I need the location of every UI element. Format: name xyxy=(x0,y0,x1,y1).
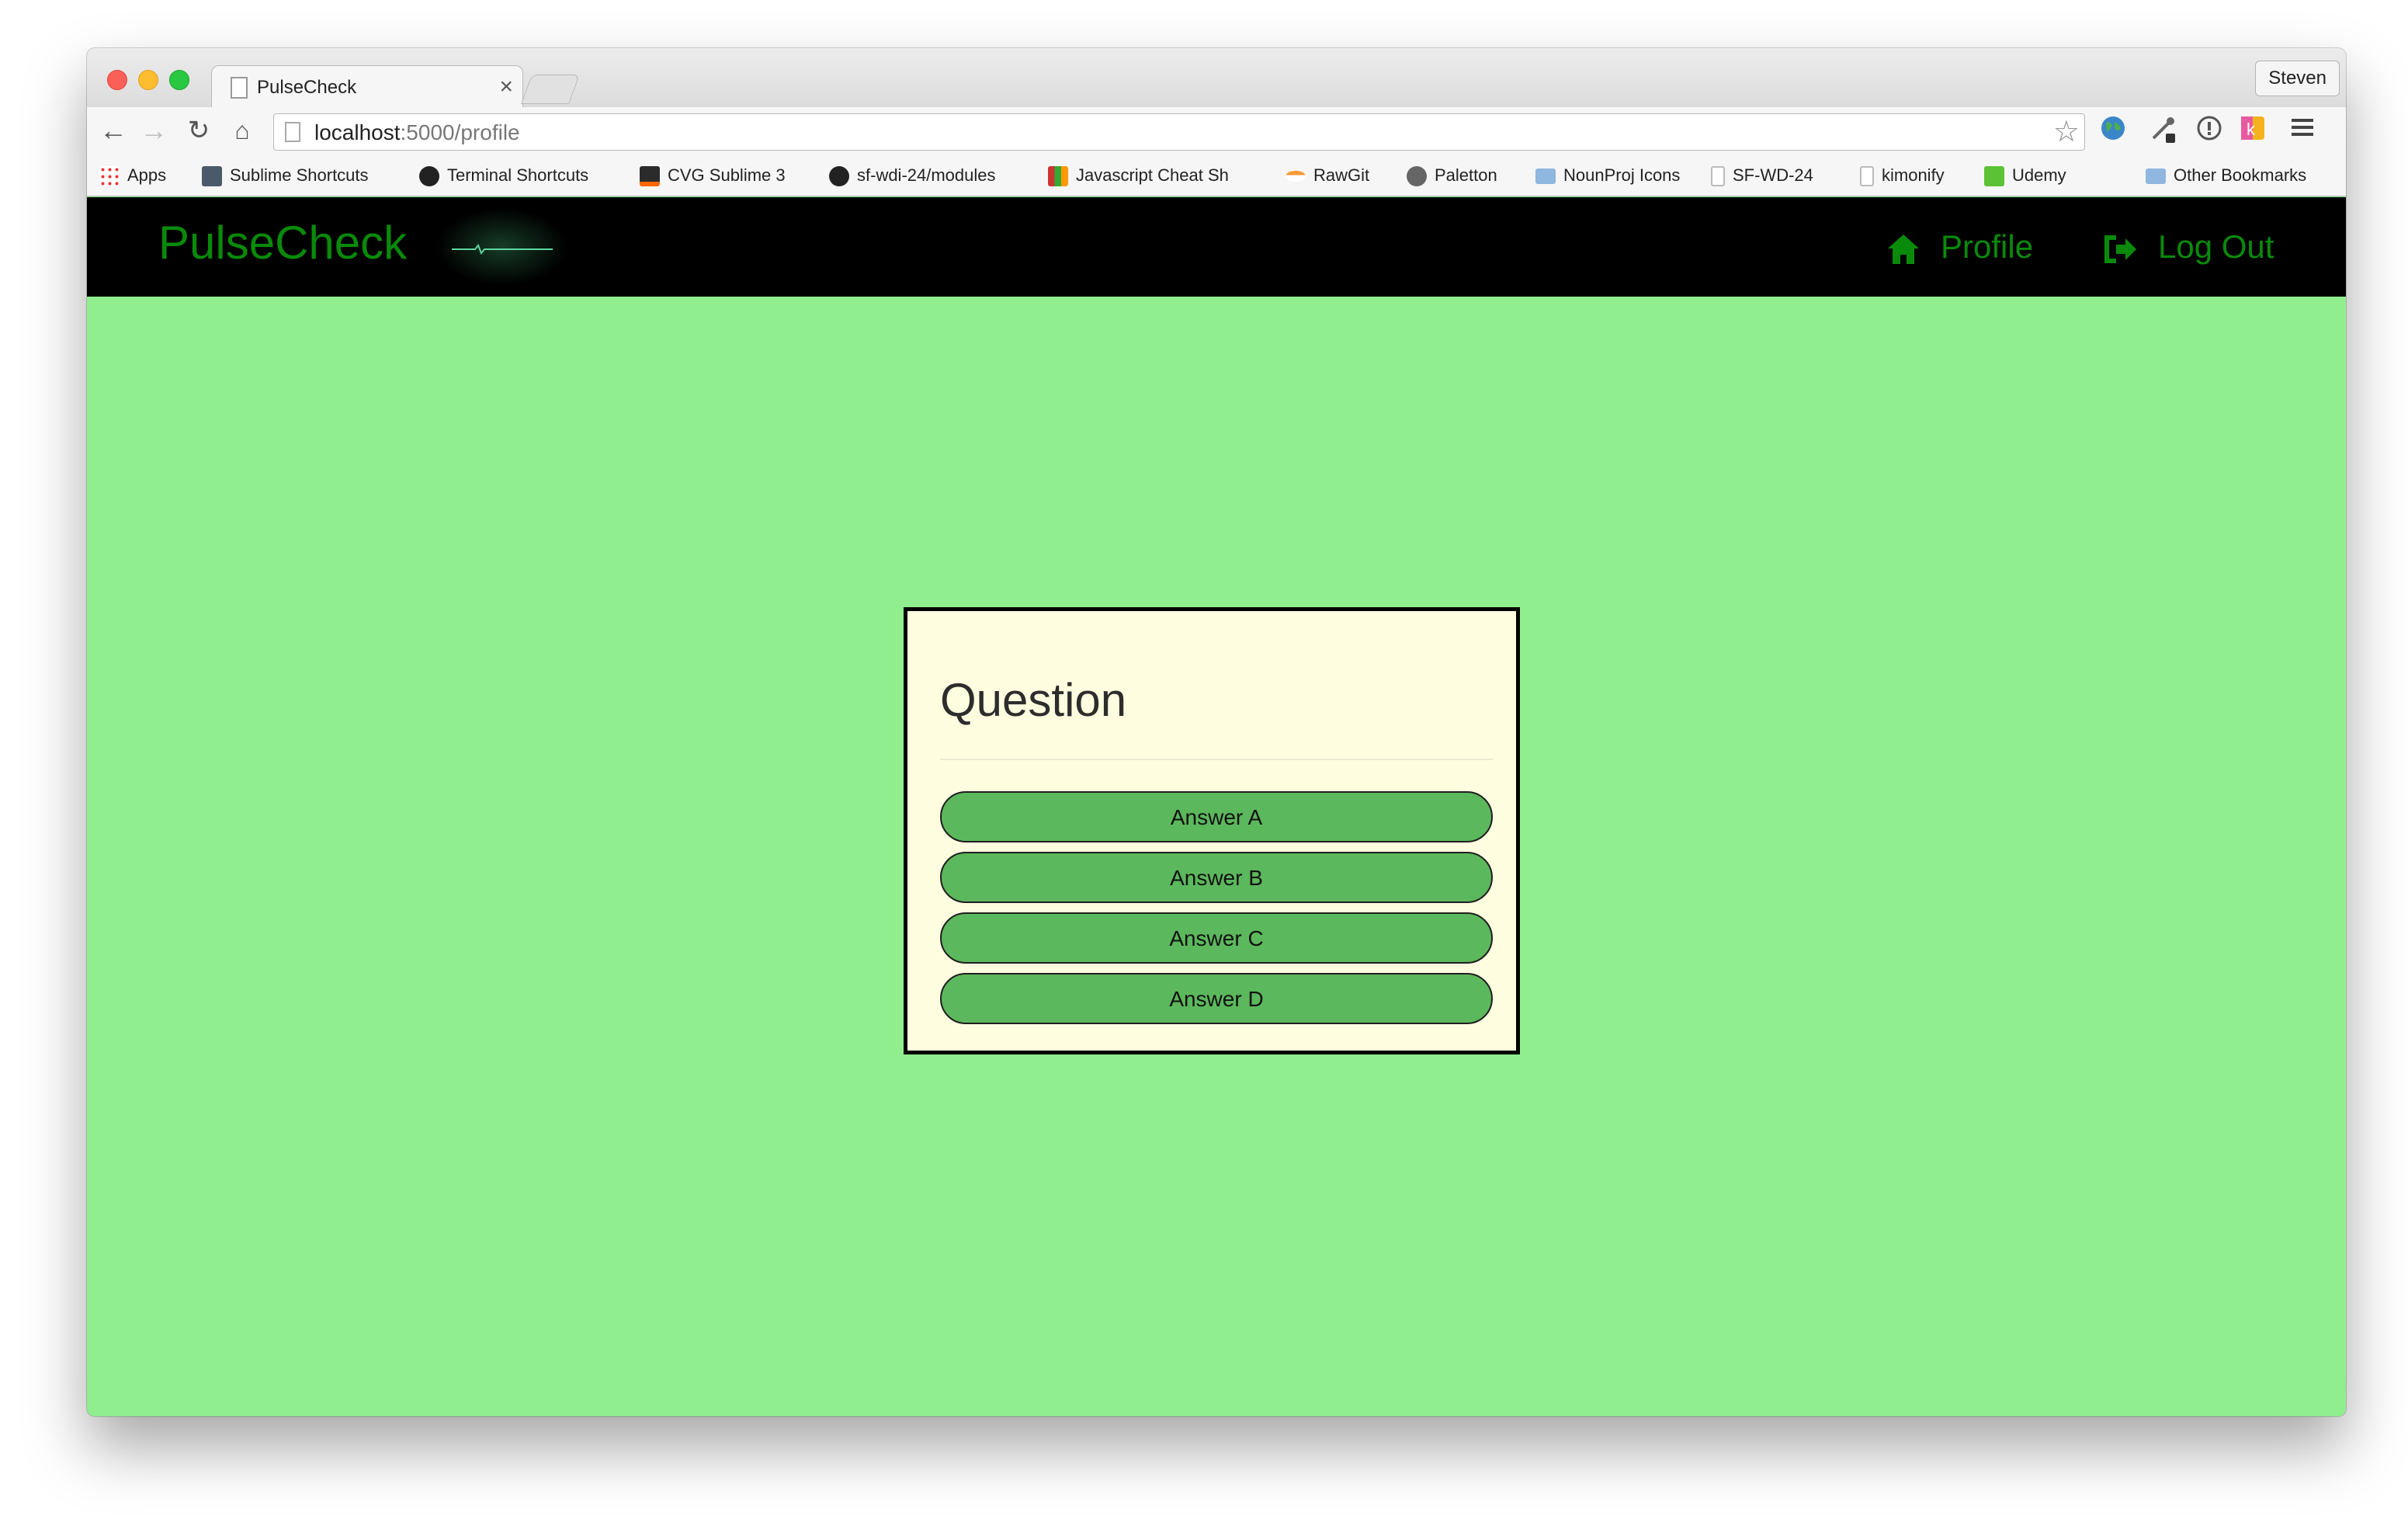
zoom-window-button[interactable] xyxy=(169,70,189,90)
svg-text:k: k xyxy=(2247,120,2256,139)
minimize-window-button[interactable] xyxy=(138,70,158,90)
bookmark-label: Udemy xyxy=(2012,165,2066,185)
pulse-line-icon xyxy=(452,244,553,255)
tab-strip: PulseCheck × Steven xyxy=(87,48,2346,109)
bookmark-label: Other Bookmarks xyxy=(2174,165,2307,185)
bookmark-label: NounProj Icons xyxy=(1563,165,1681,185)
nav-logout-label: Log Out xyxy=(2158,228,2274,265)
page-icon xyxy=(1860,166,1874,187)
nav-profile-link[interactable]: Profile xyxy=(1886,225,2033,269)
browser-toolbar: ← → ↻ ⌂ localhost:5000/profile ☆ k xyxy=(87,107,2346,154)
close-window-button[interactable] xyxy=(107,70,127,90)
rawgit-icon xyxy=(1286,171,1306,182)
nav-profile-label: Profile xyxy=(1941,228,2034,265)
question-card: Question Answer A Answer B Answer C Answ… xyxy=(904,607,1520,1054)
bookmark-label: Paletton xyxy=(1435,165,1497,185)
browser-window: PulseCheck × Steven ← → ↻ ⌂ localhost:50… xyxy=(87,48,2346,1416)
bookmark-udemy[interactable]: Udemy xyxy=(1984,163,2066,188)
cvg-icon xyxy=(640,166,660,187)
answer-c-button[interactable]: Answer C xyxy=(940,912,1493,964)
bookmark-sublime-shortcuts[interactable]: Sublime Shortcuts xyxy=(202,163,369,188)
url-path: :5000/profile xyxy=(400,120,520,144)
sublime-icon xyxy=(202,166,222,187)
bookmark-label: Javascript Cheat Sh xyxy=(1076,165,1229,185)
home-icon xyxy=(1888,234,1919,264)
bookmark-paletton[interactable]: Paletton xyxy=(1407,163,1497,188)
tab-title: PulseCheck xyxy=(257,77,357,98)
tab-close-icon[interactable]: × xyxy=(499,74,513,100)
divider xyxy=(940,759,1493,760)
globe-extension-icon[interactable] xyxy=(2097,115,2129,146)
folder-icon xyxy=(1535,168,1556,185)
url-text: localhost:5000/profile xyxy=(314,120,520,145)
bookmark-label: Sublime Shortcuts xyxy=(230,165,369,185)
bookmark-label: RawGit xyxy=(1313,165,1370,185)
paletton-icon xyxy=(1407,166,1427,187)
bookmark-kimonify[interactable]: kimonify xyxy=(1860,163,1945,188)
bookmark-cvg-sublime[interactable]: CVG Sublime 3 xyxy=(640,163,786,188)
forward-arrow-icon[interactable]: → xyxy=(138,115,169,146)
bookmark-apps[interactable]: Apps xyxy=(99,163,166,188)
reload-icon[interactable]: ↻ xyxy=(183,115,214,146)
bookmark-terminal-shortcuts[interactable]: Terminal Shortcuts xyxy=(419,163,588,188)
bookmark-label: sf-wdi-24/modules xyxy=(857,165,996,185)
logout-icon xyxy=(2104,234,2136,263)
udemy-icon xyxy=(1984,166,2004,187)
eyedropper-extension-icon[interactable] xyxy=(2147,115,2178,146)
js-cheatsheet-icon xyxy=(1048,166,1068,187)
answer-a-button[interactable]: Answer A xyxy=(940,791,1493,842)
info-extension-icon[interactable] xyxy=(2194,115,2225,146)
bookmark-sf-wd-24[interactable]: SF-WD-24 xyxy=(1711,163,1813,188)
bookmark-label: Apps xyxy=(127,165,167,185)
kimono-extension-icon[interactable]: k xyxy=(2237,115,2268,146)
bookmark-sf-wdi-modules[interactable]: sf-wdi-24/modules xyxy=(829,163,996,188)
bookmark-rawgit[interactable]: RawGit xyxy=(1286,163,1369,188)
bookmarks-bar: Apps Sublime Shortcuts Terminal Shortcut… xyxy=(87,154,2346,196)
menu-icon[interactable] xyxy=(2287,115,2318,146)
page-icon xyxy=(285,122,300,142)
answer-list: Answer A Answer B Answer C Answer D xyxy=(940,791,1493,1033)
bookmark-label: SF-WD-24 xyxy=(1733,165,1813,185)
url-host: localhost xyxy=(314,120,401,144)
back-arrow-icon[interactable]: ← xyxy=(98,115,129,146)
brand-logo-text[interactable]: PulseCheck xyxy=(158,216,407,269)
github-icon xyxy=(419,166,439,187)
apps-grid-icon xyxy=(99,166,120,187)
question-title: Question xyxy=(940,674,1127,726)
home-icon[interactable]: ⌂ xyxy=(227,115,258,146)
bookmark-nounproj-icons[interactable]: NounProj Icons xyxy=(1535,163,1680,188)
bookmark-label: kimonify xyxy=(1882,165,1945,185)
answer-b-button[interactable]: Answer B xyxy=(940,852,1493,903)
new-tab-button[interactable] xyxy=(521,75,580,104)
bookmark-star-icon[interactable]: ☆ xyxy=(2053,114,2080,149)
folder-icon xyxy=(2146,168,2166,185)
browser-tab[interactable]: PulseCheck × xyxy=(211,65,523,109)
bookmark-other-bookmarks[interactable]: Other Bookmarks xyxy=(2146,163,2306,188)
bookmark-javascript-cheat-sheet[interactable]: Javascript Cheat Sh xyxy=(1048,163,1229,188)
address-bar[interactable]: localhost:5000/profile ☆ xyxy=(273,113,2085,151)
page-icon xyxy=(1711,166,1725,187)
bookmark-label: Terminal Shortcuts xyxy=(447,165,589,185)
site-navbar: PulseCheck Profile Log Out xyxy=(87,197,2346,297)
bookmark-label: CVG Sublime 3 xyxy=(668,165,786,185)
page-icon xyxy=(231,77,248,99)
profile-button[interactable]: Steven xyxy=(2255,61,2340,96)
nav-logout-link[interactable]: Log Out xyxy=(2102,225,2274,269)
answer-d-button[interactable]: Answer D xyxy=(940,973,1493,1024)
github-icon xyxy=(829,166,849,187)
